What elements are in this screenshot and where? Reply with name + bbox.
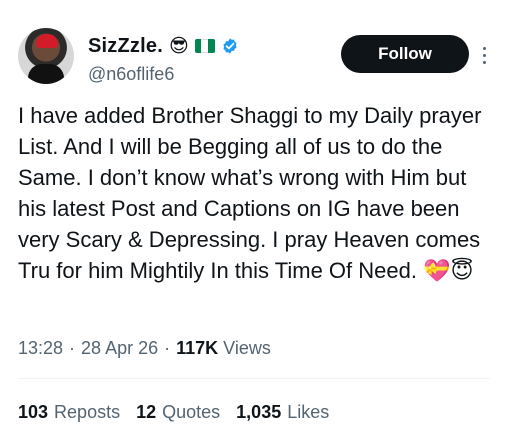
user-handle[interactable]: @n6oflife6	[88, 64, 174, 85]
flag-left-band	[194, 39, 202, 53]
avatar[interactable]	[18, 28, 74, 84]
verified-badge-icon	[223, 38, 237, 54]
nigeria-flag-icon	[194, 39, 215, 53]
quotes-stat[interactable]: 12 Quotes	[136, 402, 220, 423]
reposts-count: 103	[18, 402, 49, 422]
display-name[interactable]: SizZzle.	[88, 35, 163, 58]
quotes-count: 12	[136, 402, 157, 422]
avatar-shirt-shape	[28, 64, 64, 84]
tweet-meta: 13:28 · 28 Apr 26 · 117K Views	[18, 338, 271, 359]
more-dot	[482, 46, 486, 50]
more-dot	[482, 53, 486, 57]
meta-separator: ·	[164, 338, 171, 358]
tweet-header: SizZzle. 😎 @n6oflife6 Follow	[18, 24, 490, 88]
engagement-stats: 103 Reposts 12 Quotes 1,035 Likes	[18, 402, 329, 423]
tweet-text: I have added Brother Shaggi to my Daily …	[18, 103, 482, 283]
quotes-label: Quotes	[162, 402, 221, 422]
reposts-stat[interactable]: 103 Reposts	[18, 402, 120, 423]
views-label: Views	[223, 338, 271, 358]
more-options-icon[interactable]	[478, 38, 490, 72]
avatar-cap-shape	[36, 34, 58, 48]
likes-stat[interactable]: 1,035 Likes	[236, 402, 329, 423]
meta-separator: ·	[69, 338, 76, 358]
sunglasses-emoji: 😎	[168, 35, 189, 57]
flag-middle-band	[201, 39, 209, 53]
flag-right-band	[208, 39, 215, 53]
likes-label: Likes	[287, 402, 330, 422]
more-dot	[482, 60, 486, 64]
name-row: SizZzle. 😎	[88, 33, 239, 59]
divider	[18, 378, 490, 379]
tweet-date[interactable]: 28 Apr 26	[81, 338, 158, 359]
follow-button[interactable]: Follow	[341, 35, 469, 73]
reposts-label: Reposts	[54, 402, 121, 422]
likes-count: 1,035	[236, 402, 282, 422]
tweet-time[interactable]: 13:28	[18, 338, 63, 359]
views-count[interactable]: 117K	[176, 338, 218, 358]
